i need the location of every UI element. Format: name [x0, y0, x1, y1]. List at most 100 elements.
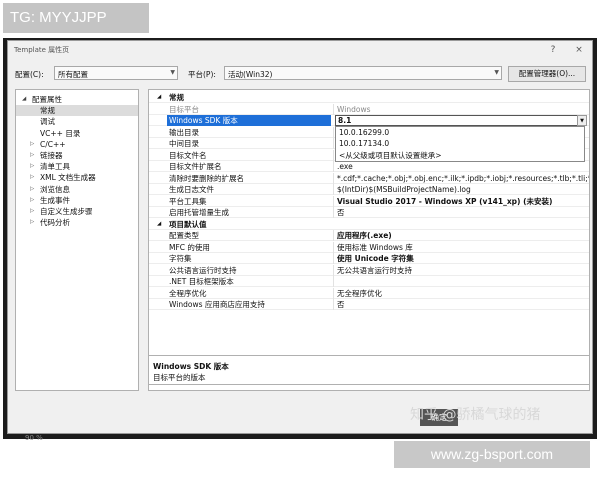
column-divider: [333, 230, 334, 241]
collapsed-icon[interactable]: ▷: [30, 217, 34, 228]
tree-item-label: 调试: [40, 117, 55, 127]
column-divider: [333, 138, 334, 149]
property-row[interactable]: 生成日志文件 $(IntDir)$(MSBuildProjectName).log: [149, 184, 589, 195]
grid-category[interactable]: ◢ 项目默认值: [149, 219, 589, 230]
property-row[interactable]: MFC 的使用 使用标准 Windows 库: [149, 241, 589, 253]
property-value: 使用标准 Windows 库: [337, 242, 413, 252]
property-value: 应用程序(.exe): [337, 231, 392, 240]
property-row[interactable]: 配置类型 应用程序(.exe): [149, 230, 589, 241]
column-divider: [333, 253, 334, 264]
dropdown-option[interactable]: 10.0.17134.0: [339, 139, 389, 148]
grid-category-title: 常规: [169, 93, 184, 102]
config-label: 配置(C):: [15, 70, 44, 79]
property-name: Windows 应用商店应用支持: [169, 300, 265, 309]
collapsed-icon[interactable]: ▷: [30, 172, 34, 183]
column-divider: [333, 149, 334, 161]
dropdown-option[interactable]: <从父级或项目默认设置继承>: [339, 150, 442, 161]
tree-item-label: 常规: [40, 106, 55, 116]
column-divider: [333, 287, 334, 299]
collapsed-icon[interactable]: ▷: [30, 161, 34, 172]
property-name: 中间目录: [169, 139, 199, 148]
property-value: 否: [337, 208, 345, 217]
column-divider: [333, 126, 334, 138]
property-value: *.cdf;*.cache;*.obj;*.obj.enc;*.ilk;*.ip…: [337, 173, 589, 183]
expanded-icon[interactable]: ◢: [22, 94, 26, 105]
property-row[interactable]: 公共语言运行时支持 无公共语言运行时支持: [149, 264, 589, 276]
collapsed-icon[interactable]: ▷: [30, 184, 34, 195]
column-divider: [333, 241, 334, 253]
tree-item[interactable]: ▷ 链接器: [16, 150, 138, 161]
property-value: $(IntDir)$(MSBuildProjectName).log: [337, 185, 471, 194]
property-name: 目标平台: [169, 104, 199, 114]
property-name: 全程序优化: [169, 288, 207, 298]
collapsed-icon[interactable]: ▷: [30, 150, 34, 161]
property-value: 否: [337, 300, 345, 309]
column-divider: [333, 276, 334, 287]
dropdown-option[interactable]: 10.0.16299.0: [339, 128, 389, 137]
chevron-down-icon[interactable]: ▼: [577, 115, 587, 126]
property-name: 目标文件扩展名: [169, 162, 222, 171]
property-value: 使用 Unicode 字符集: [337, 254, 414, 263]
tree-item[interactable]: ▷ C/C++: [16, 139, 138, 150]
sdk-version-combo[interactable]: 8.1: [335, 115, 585, 126]
tree-item[interactable]: ▷ 生成事件: [16, 195, 138, 206]
property-row[interactable]: 全程序优化 无全程序优化: [149, 287, 589, 299]
property-row[interactable]: .NET 目标框架版本: [149, 276, 589, 287]
expanded-icon[interactable]: ◢: [157, 92, 161, 103]
property-name: Windows SDK 版本: [169, 116, 238, 125]
sdk-version-dropdown-list: 10.0.16299.0 10.0.17134.0 <从父级或项目默认设置继承>: [335, 126, 585, 162]
tree-item-label: 代码分析: [40, 218, 70, 228]
chevron-down-icon: ▼: [494, 69, 499, 76]
property-name: 配置类型: [169, 231, 199, 240]
property-name: 公共语言运行时支持: [169, 265, 237, 275]
expanded-icon[interactable]: ◢: [157, 219, 161, 230]
chevron-down-icon: ▼: [170, 69, 175, 76]
close-button[interactable]: ×: [572, 43, 586, 57]
property-row[interactable]: 清除时要删除的扩展名 *.cdf;*.cache;*.obj;*.obj.enc;…: [149, 172, 589, 184]
config-select[interactable]: 所有配置 ▼: [54, 66, 178, 80]
column-divider: [333, 172, 334, 184]
grid-category-title: 项目默认值: [169, 219, 207, 229]
platform-select[interactable]: 活动(Win32) ▼: [224, 66, 502, 80]
watermark-top: TG: MYYJJPP: [3, 3, 149, 33]
property-value: Visual Studio 2017 - Windows XP (v141_xp…: [337, 196, 553, 206]
property-row[interactable]: 目标平台 Windows: [149, 103, 589, 115]
property-row[interactable]: 平台工具集 Visual Studio 2017 - Windows XP (v1…: [149, 195, 589, 207]
tree-item[interactable]: VC++ 目录: [16, 128, 138, 139]
tree-item-label: XML 文档生成器: [40, 173, 96, 183]
tree-item[interactable]: ▷ 清单工具: [16, 161, 138, 172]
collapsed-icon[interactable]: ▷: [30, 206, 34, 217]
help-button[interactable]: ?: [546, 43, 560, 57]
tree-item-label: 链接器: [40, 151, 63, 160]
tree-item[interactable]: ▷ 代码分析: [16, 217, 138, 228]
property-pages-dialog: Template 属性页 ? × 配置(C): 所有配置 ▼ 平台(P): 活动…: [7, 40, 593, 434]
grid-category[interactable]: ◢ 常规: [149, 92, 589, 103]
tree-item[interactable]: ▷ 浏览信息: [16, 184, 138, 195]
description-text: 目标平台的版本: [153, 373, 206, 382]
tree-item-label: VC++ 目录: [40, 128, 81, 138]
zoom-level: 90 %: [25, 434, 43, 442]
property-row[interactable]: Windows SDK 版本 8.1 ▼: [149, 115, 589, 126]
tree-item[interactable]: ▷ XML 文档生成器: [16, 172, 138, 183]
property-row[interactable]: 字符集 使用 Unicode 字符集: [149, 253, 589, 264]
property-value: 8.1: [338, 116, 352, 125]
property-grid: ◢ 常规 目标平台 Windows Windows SDK 版本 8.1 ▼ 输出目录 中间目录…: [148, 89, 590, 391]
tree-item-label: 生成事件: [40, 195, 70, 205]
selected-property-highlight: Windows SDK 版本: [167, 115, 331, 126]
description-title: Windows SDK 版本: [153, 362, 229, 371]
property-row[interactable]: Windows 应用商店应用支持 否: [149, 299, 589, 310]
tree-item[interactable]: 常规: [16, 105, 138, 117]
column-divider: [333, 207, 334, 218]
column-divider: [333, 195, 334, 207]
tree-item-label: 浏览信息: [40, 184, 70, 194]
property-row[interactable]: 启用托管增量生成 否: [149, 207, 589, 218]
config-manager-button[interactable]: 配置管理器(O)...: [508, 66, 586, 82]
collapsed-icon[interactable]: ▷: [30, 139, 34, 150]
collapsed-icon[interactable]: ▷: [30, 195, 34, 206]
property-name: 清除时要删除的扩展名: [169, 173, 244, 183]
property-row[interactable]: 目标文件扩展名 .exe: [149, 161, 589, 172]
tree-item[interactable]: ◢ 配置属性: [16, 94, 138, 105]
title-bar: Template 属性页 ? ×: [8, 41, 592, 59]
tree-item[interactable]: 调试: [16, 116, 138, 127]
tree-item[interactable]: ▷ 自定义生成步骤: [16, 206, 138, 217]
